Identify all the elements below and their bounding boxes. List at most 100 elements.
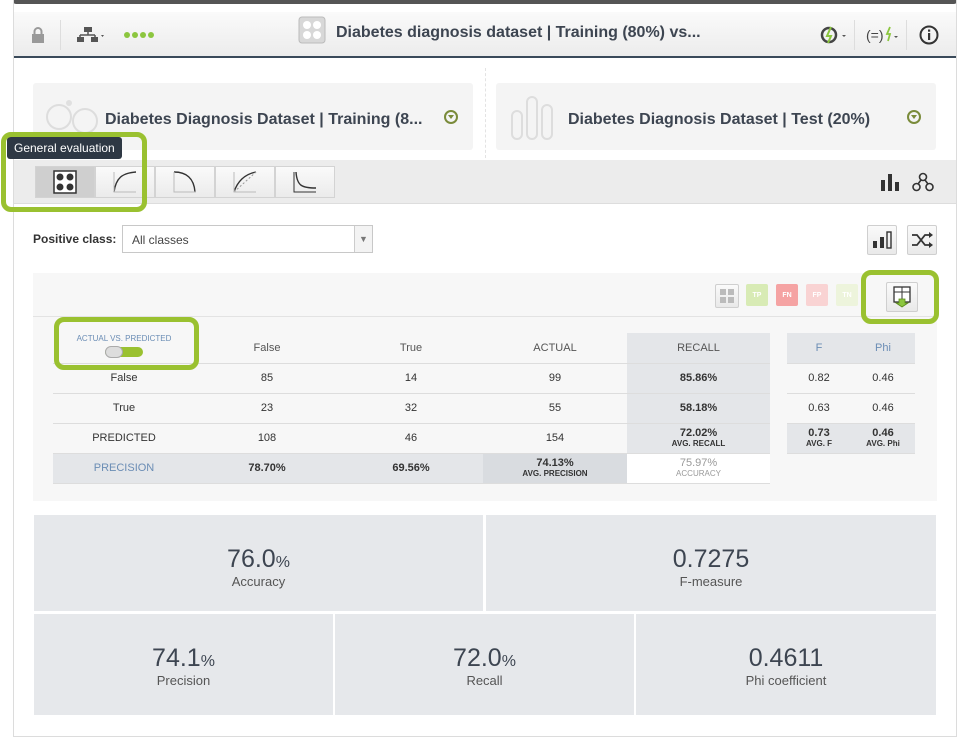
cell: 14	[339, 363, 483, 394]
accuracy-label: ACCURACY	[676, 469, 721, 478]
accuracy-label: Accuracy	[231, 574, 286, 589]
recall-cell: 85.86%	[627, 363, 770, 394]
dataset-bars-icon	[510, 93, 556, 146]
precision-recall-icon	[173, 171, 196, 193]
recall-cell: 58.18%	[627, 393, 770, 424]
cell: 108	[195, 423, 339, 454]
recall-metric: 72.0% Recall	[335, 614, 634, 715]
fn-chip[interactable]: FN	[776, 284, 798, 306]
cell: 0.46	[851, 393, 915, 424]
col-header-false: False	[195, 333, 339, 364]
fp-chip[interactable]: FP	[806, 284, 828, 306]
phi-label: Phi coefficient	[745, 673, 827, 688]
avg-recall-value: 72.02%	[679, 427, 718, 439]
highlight-general-evaluation	[1, 132, 147, 212]
info-icon[interactable]	[919, 24, 939, 46]
cell: 69.56%	[339, 453, 483, 484]
header-bar: Diabetes diagnosis dataset | Training (8…	[14, 12, 956, 58]
recall-label: Recall	[466, 673, 503, 688]
cell: 99	[483, 363, 627, 394]
positive-class-value: All classes	[132, 233, 189, 247]
lock-icon[interactable]	[31, 24, 45, 46]
accuracy-metric: 76.0% Accuracy	[34, 515, 483, 611]
f-measure-value: 0.7275	[672, 545, 750, 573]
network-icon[interactable]	[912, 172, 934, 197]
select-arrow-icon: ▼	[354, 226, 372, 252]
precision-recall-button[interactable]	[155, 166, 215, 198]
f-measure-metric: 0.7275 F-measure	[486, 515, 936, 611]
matrix-view-button[interactable]	[715, 284, 739, 308]
table-row: True 23 32 55 58.18%	[53, 393, 770, 424]
cell: 0.46	[851, 363, 915, 394]
evaluation-toolbar	[14, 160, 956, 204]
accuracy-cell: 75.97% ACCURACY	[627, 453, 770, 484]
cell: 55	[483, 393, 627, 424]
dots-icon[interactable]	[124, 24, 156, 46]
model-icon	[298, 16, 326, 44]
lift-chart-button[interactable]	[275, 166, 335, 198]
f-measure-label: F-measure	[679, 574, 743, 589]
tp-chip[interactable]: TP	[746, 284, 768, 306]
highlight-download	[861, 270, 939, 324]
tn-chip[interactable]: TN	[836, 284, 858, 306]
bar-chart-view-button[interactable]	[867, 225, 897, 255]
cell: 0.63	[787, 393, 851, 424]
page-title: Diabetes diagnosis dataset | Training (8…	[336, 24, 701, 41]
highlight-toggle	[54, 317, 199, 370]
cell: 85	[195, 363, 339, 394]
cell: 23	[195, 393, 339, 424]
avg-f-cell: 0.73 AVG. F	[787, 423, 851, 454]
shuffle-icon	[912, 232, 933, 248]
bar-chart-icon[interactable]	[880, 172, 900, 197]
phi-value: 0.4611	[748, 644, 824, 672]
precision-value: 74.1%	[152, 644, 215, 672]
col-header-f: F	[787, 333, 851, 364]
shuffle-button[interactable]	[907, 225, 937, 255]
accuracy-value: 76.0%	[227, 545, 290, 573]
cell: 46	[339, 423, 483, 454]
chevron-down-icon[interactable]	[444, 110, 458, 124]
avg-f-value: 0.73	[808, 427, 830, 439]
formula-icon[interactable]: (=)	[866, 24, 900, 46]
gain-chart-icon	[233, 171, 257, 193]
table-row: PREDICTED 108 46 154 72.02% AVG. RECALL	[53, 423, 770, 454]
row-label: PREDICTED	[53, 423, 195, 454]
row-label: True	[53, 393, 195, 424]
training-dataset-title: Diabetes Diagnosis Dataset | Training (8…	[105, 111, 423, 128]
precision-row: PRECISION 78.70% 69.56% 74.13% AVG. PREC…	[53, 453, 770, 484]
table-row: 0.63 0.46	[787, 393, 915, 424]
cell: 78.70%	[195, 453, 339, 484]
avg-precision-cell: 74.13% AVG. PRECISION	[483, 453, 627, 484]
table-row: 0.82 0.46	[787, 363, 915, 394]
refresh-icon[interactable]	[819, 24, 849, 46]
positive-class-label: Positive class:	[33, 232, 117, 246]
f-phi-table: F Phi 0.82 0.46 0.63 0.46 0.73 AVG. F 0.…	[787, 333, 915, 454]
bars-icon	[873, 231, 892, 249]
avg-precision-value: 74.13%	[536, 457, 574, 469]
phi-coefficient-metric: 0.4611 Phi coefficient	[636, 614, 936, 715]
positive-class-select[interactable]: All classes ▼	[122, 225, 373, 253]
avg-precision-label: AVG. PRECISION	[522, 469, 588, 478]
test-dataset-card: Diabetes Diagnosis Dataset | Test (20%)	[496, 83, 936, 150]
avg-f-label: AVG. F	[805, 439, 833, 448]
row-label: PRECISION	[53, 453, 195, 484]
chevron-down-icon[interactable]	[907, 110, 921, 124]
recall-value: 72.0%	[453, 644, 516, 672]
col-header-recall: RECALL	[627, 333, 770, 364]
avg-phi-value: 0.46	[872, 427, 894, 439]
svg-text:(=): (=)	[866, 27, 884, 43]
avg-recall-cell: 72.02% AVG. RECALL	[627, 423, 770, 454]
lift-chart-icon	[293, 171, 317, 193]
tree-icon[interactable]	[76, 24, 106, 46]
grid-icon	[720, 289, 734, 303]
card-divider	[485, 68, 486, 158]
col-header-phi: Phi	[851, 333, 915, 364]
cell: 32	[339, 393, 483, 424]
accuracy-value: 75.97%	[679, 457, 718, 469]
precision-label: Precision	[156, 673, 211, 688]
avg-phi-cell: 0.46 AVG. Phi	[851, 423, 915, 454]
avg-recall-label: AVG. RECALL	[671, 439, 726, 448]
table-row: 0.73 AVG. F 0.46 AVG. Phi	[787, 423, 915, 454]
cell: 0.82	[787, 363, 851, 394]
gain-chart-button[interactable]	[215, 166, 275, 198]
